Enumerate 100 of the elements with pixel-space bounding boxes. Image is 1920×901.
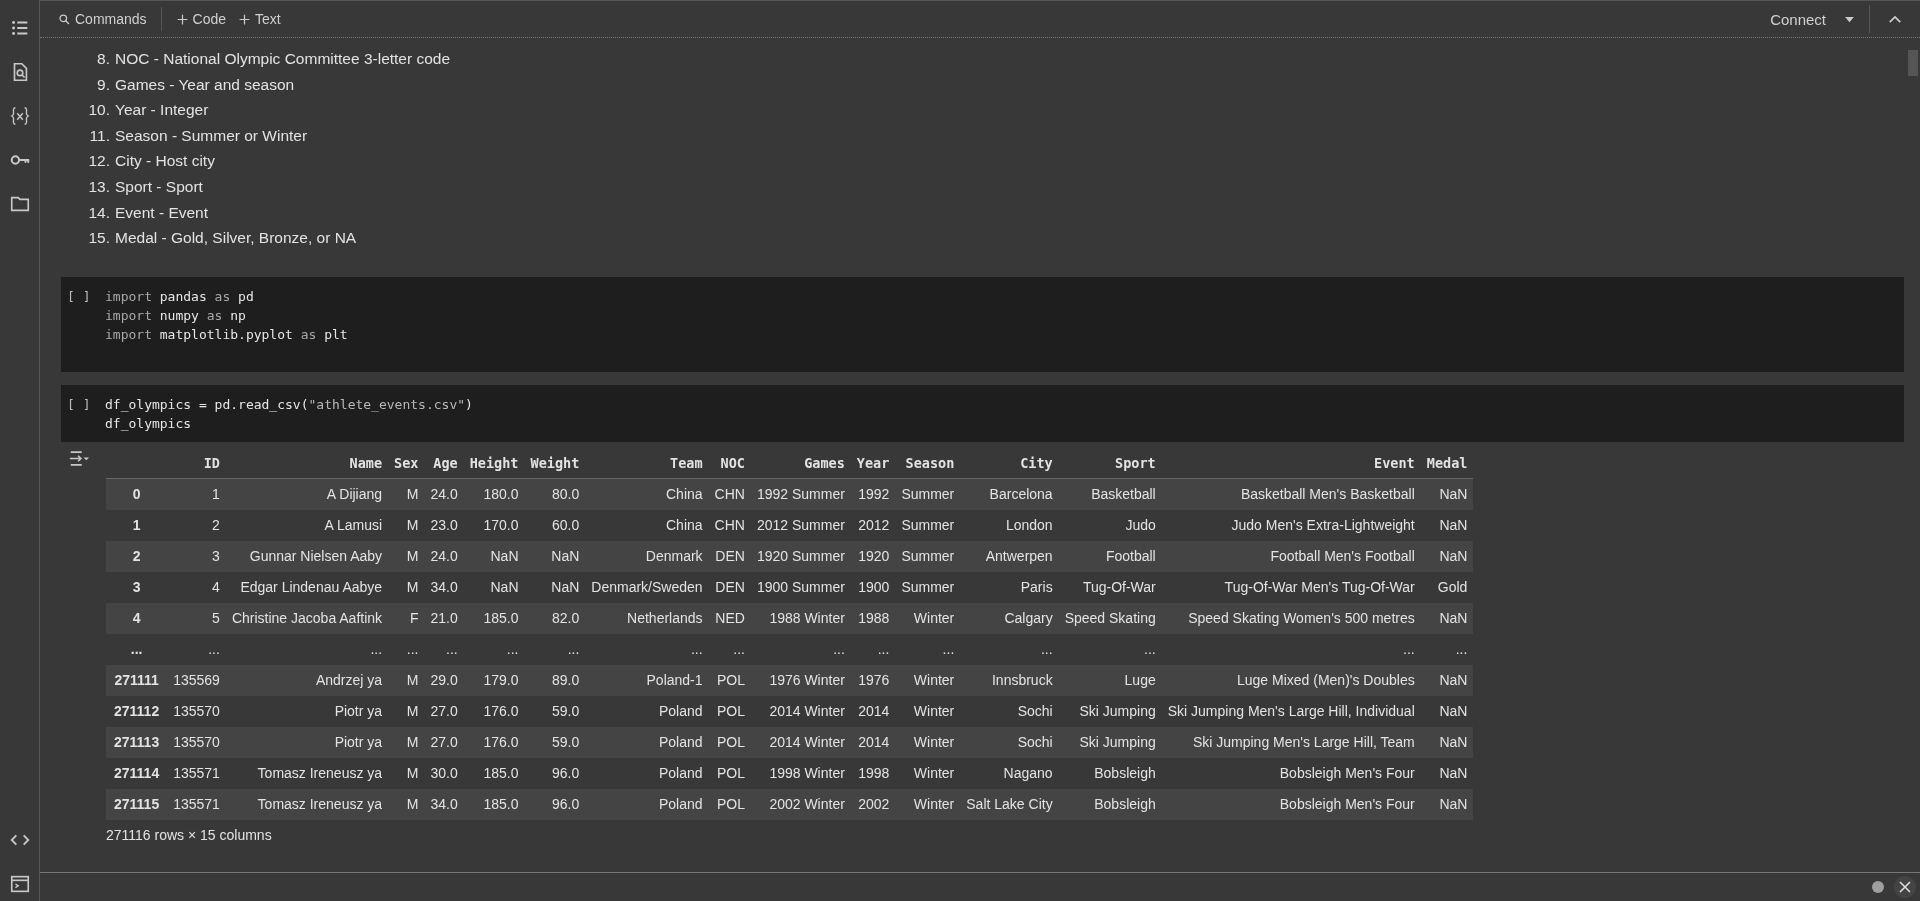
table-cell: 1 xyxy=(167,478,226,510)
table-cell: 3 xyxy=(167,540,226,572)
table-cell: 1988 xyxy=(850,602,896,634)
table-cell: 5 xyxy=(167,602,226,634)
table-cell: Ski Jumping Men's Large Hill, Team xyxy=(1161,726,1421,758)
table-cell: 1998 Winter xyxy=(750,757,851,789)
table-cell: 170.0 xyxy=(463,509,525,541)
caret-icon[interactable] xyxy=(1844,15,1855,23)
table-cell: NED xyxy=(708,602,751,634)
table-cell: Poland xyxy=(585,695,709,727)
table-cell: Speed Skating Women's 500 metres xyxy=(1161,602,1421,634)
code-line: import matplotlib.pyplot as plt xyxy=(105,325,348,344)
table-cell: 82.0 xyxy=(524,602,586,634)
table-cell: 29.0 xyxy=(424,664,464,696)
table-cell: 176.0 xyxy=(463,695,525,727)
table-cell: POL xyxy=(708,726,751,758)
scrollbar-thumb[interactable] xyxy=(1908,50,1918,76)
table-cell: 96.0 xyxy=(524,788,586,820)
table-cell: 27.0 xyxy=(424,695,464,727)
run-marker[interactable]: [ ] xyxy=(67,286,105,372)
code-cell[interactable]: [ ] import pandas as pd import numpy as np import matplotlib.pyplot as plt xyxy=(61,276,1904,372)
table-cell: NaN xyxy=(1420,695,1474,727)
table-cell: 2014 xyxy=(850,726,896,758)
list-item-text: Year - Integer xyxy=(115,101,209,120)
table-summary: 271116 rows × 15 columns xyxy=(106,825,273,843)
output-options-icon[interactable] xyxy=(68,449,90,467)
column-header: Year xyxy=(850,447,896,479)
list-item-text: City - Host city xyxy=(115,152,215,171)
table-cell: Football xyxy=(1058,540,1162,572)
collapse-icon[interactable] xyxy=(1888,14,1902,24)
table-cell: ... xyxy=(225,633,389,665)
table-cell: 180.0 xyxy=(463,478,525,510)
row-index: 271111 xyxy=(106,664,168,696)
list-item-text: Games - Year and season xyxy=(115,75,295,94)
table-cell: Piotr ya xyxy=(225,726,389,758)
table-cell: POL xyxy=(708,695,751,727)
table-cell: ... xyxy=(1058,633,1162,665)
table-cell: Netherlands xyxy=(585,602,709,634)
list-number: 10. xyxy=(87,101,111,120)
column-header: Season xyxy=(895,447,961,479)
list-number: 12. xyxy=(87,152,111,171)
table-cell: Basketball xyxy=(1058,478,1162,510)
code-line: df_olympics xyxy=(105,414,193,433)
column-header: Medal xyxy=(1420,447,1474,479)
table-cell: NaN xyxy=(1420,509,1474,541)
commands-button[interactable]: Commands xyxy=(52,7,153,31)
table-cell: 185.0 xyxy=(463,788,525,820)
table-cell: ... xyxy=(750,633,851,665)
table-cell: A Dijiang xyxy=(225,478,389,510)
table-cell: Winter xyxy=(895,726,961,758)
terminal-icon[interactable] xyxy=(8,873,31,895)
table-cell: NaN xyxy=(1420,726,1474,758)
table-cell: 179.0 xyxy=(463,664,525,696)
table-cell: NaN xyxy=(1420,602,1474,634)
column-header: Age xyxy=(424,447,464,479)
table-cell: M xyxy=(388,540,425,572)
add-code-button[interactable]: Code xyxy=(169,7,233,31)
table-cell: NaN xyxy=(463,571,525,603)
table-cell: ... xyxy=(895,633,961,665)
table-cell: 27.0 xyxy=(424,726,464,758)
table-cell: 1992 Summer xyxy=(750,478,851,510)
table-cell: Luge xyxy=(1058,664,1162,696)
table-cell: 4 xyxy=(167,571,226,603)
table-cell: ... xyxy=(524,633,586,665)
column-header: Weight xyxy=(524,447,586,479)
column-header: Name xyxy=(225,447,389,479)
table-cell: NaN xyxy=(1420,540,1474,572)
table-cell: NaN xyxy=(1420,788,1474,820)
run-marker[interactable]: [ ] xyxy=(67,394,105,442)
column-header: Sex xyxy=(388,447,425,479)
table-cell: Winter xyxy=(895,788,961,820)
table-cell: 24.0 xyxy=(424,478,464,510)
table-cell: ... xyxy=(463,633,525,665)
close-icon[interactable] xyxy=(1894,876,1916,898)
table-cell: 1920 Summer xyxy=(750,540,851,572)
plus-icon xyxy=(175,12,189,26)
table-cell: NaN xyxy=(463,540,525,572)
row-index: 1 xyxy=(106,509,168,541)
list-item-text: Medal - Gold, Silver, Bronze, or NA xyxy=(115,229,357,248)
table-cell: 30.0 xyxy=(424,757,464,789)
list-number: 11. xyxy=(88,126,111,145)
table-cell: Innsbruck xyxy=(960,664,1059,696)
table-cell: 80.0 xyxy=(524,478,586,510)
table-cell: ... xyxy=(850,633,896,665)
row-index: 271113 xyxy=(106,726,168,758)
table-cell: Speed Skating xyxy=(1058,602,1162,634)
variables-icon[interactable] xyxy=(8,105,31,127)
table-cell: 135570 xyxy=(167,695,226,727)
table-cell: 2002 Winter xyxy=(750,788,851,820)
table-cell: Bobsleigh xyxy=(1058,757,1162,789)
code-cell[interactable]: [ ] df_olympics = pd.read_csv("athlete_events.csv") df_olympics xyxy=(61,384,1904,442)
table-cell: Gunnar Nielsen Aaby xyxy=(225,540,389,572)
table-cell: Andrzej ya xyxy=(225,664,389,696)
table-cell: Winter xyxy=(895,602,961,634)
table-cell: Edgar Lindenau Aabye xyxy=(225,571,389,603)
row-index: ... xyxy=(106,633,168,665)
table-cell: Christine Jacoba Aaftink xyxy=(225,602,389,634)
table-cell: DEN xyxy=(708,571,751,603)
connect-button[interactable]: Connect xyxy=(1764,6,1832,32)
add-text-button[interactable]: Text xyxy=(232,7,287,31)
